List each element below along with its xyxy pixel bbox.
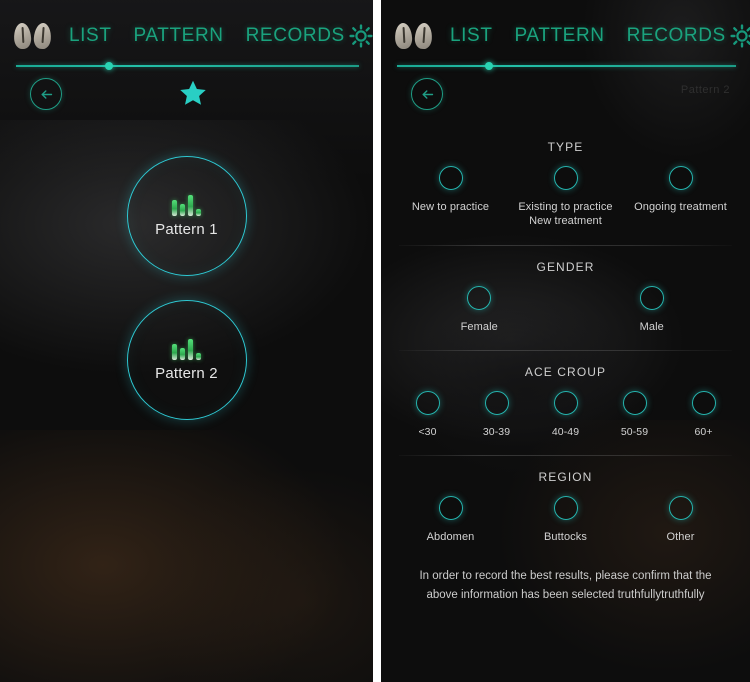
option-male[interactable]: Male <box>566 285 739 335</box>
option-new-to-practice[interactable]: New to practice <box>393 166 508 215</box>
leaf-shape-right <box>33 22 52 50</box>
two-leaf-logo-icon <box>13 22 52 50</box>
tab-records[interactable]: RECORDS <box>246 25 345 47</box>
right-phone-panel: LIST PATTERN RECORDS Pattern 2 TYPE New … <box>381 0 750 682</box>
option-label: 30-39 <box>482 426 511 439</box>
right-topbar: LIST PATTERN RECORDS <box>381 0 750 58</box>
radio-icon[interactable] <box>668 496 693 521</box>
pattern-list: Pattern 1 Pattern 2 <box>0 156 373 420</box>
radio-icon[interactable] <box>553 496 578 521</box>
section-divider <box>399 244 732 246</box>
screen-glare-hand-shadow <box>0 430 350 682</box>
pattern-label-1: Pattern 1 <box>155 221 218 238</box>
option-label: Other <box>666 531 695 544</box>
radio-icon[interactable] <box>639 285 664 310</box>
option-label: Buttocks <box>544 531 587 544</box>
radio-icon[interactable] <box>553 391 578 416</box>
screenshot-root: LIST PATTERN RECORDS Pattern 1 Pattern 2… <box>0 0 750 682</box>
tab-pattern[interactable]: PATTERN <box>515 25 605 47</box>
option-group-region: Abdomen Buttocks Other <box>393 496 738 545</box>
left-phone-panel: LIST PATTERN RECORDS Pattern 1 Pattern 2 <box>0 0 373 682</box>
option-group-age: <30 30-39 40-49 50-59 60+ <box>393 391 738 439</box>
option-abdomen[interactable]: Abdomen <box>393 496 508 545</box>
star-icon[interactable] <box>178 78 208 108</box>
section-divider <box>399 350 732 352</box>
right-subheader: Pattern 2 <box>381 74 750 120</box>
pattern-button-2[interactable]: Pattern 2 <box>126 300 247 420</box>
section-title-region: REGION <box>538 470 593 485</box>
gear-icon[interactable] <box>349 24 373 48</box>
questionnaire-form: TYPE New to practice Existing to practic… <box>381 120 750 605</box>
progress-dot[interactable] <box>105 62 114 70</box>
option-label: New to practice <box>411 201 490 213</box>
progress-track <box>397 65 736 67</box>
option-age-60-plus[interactable]: 60+ <box>669 391 738 439</box>
leaf-shape-left <box>13 22 32 50</box>
option-label: 60+ <box>694 426 713 439</box>
radio-icon[interactable] <box>467 285 492 310</box>
leaf-shape-right <box>414 22 433 50</box>
two-leaf-logo-icon <box>394 22 433 50</box>
current-pattern-label: Pattern 2 <box>680 84 730 96</box>
option-label: Male <box>639 320 664 333</box>
right-nav-tabs: LIST PATTERN RECORDS <box>440 25 726 47</box>
option-label: Female <box>460 320 498 333</box>
section-title-type: TYPE <box>547 140 584 154</box>
back-arrow-icon[interactable] <box>30 78 62 110</box>
option-female[interactable]: Female <box>393 285 566 335</box>
option-group-type: New to practice Existing to practice New… <box>393 166 738 229</box>
option-group-gender: Female Male <box>393 285 739 335</box>
option-label: Abdomen <box>426 531 475 544</box>
radio-icon[interactable] <box>691 391 716 416</box>
option-label: Ongoing treatment <box>634 201 727 213</box>
back-arrow-icon[interactable] <box>411 78 443 110</box>
pattern-label-2: Pattern 2 <box>155 365 218 382</box>
radio-icon[interactable] <box>553 166 578 190</box>
left-topbar: LIST PATTERN RECORDS <box>0 0 373 58</box>
left-progress-bar[interactable] <box>16 62 359 70</box>
option-ongoing-treatment[interactable]: Ongoing treatment <box>623 166 738 215</box>
panel-separator <box>373 0 381 682</box>
radio-icon[interactable] <box>438 166 463 190</box>
option-age-50-59[interactable]: 50-59 <box>600 391 669 439</box>
tab-list[interactable]: LIST <box>69 25 112 47</box>
option-label: 40-49 <box>551 426 580 439</box>
confirmation-footnote: In order to record the best results, ple… <box>419 570 712 602</box>
radio-icon[interactable] <box>484 391 509 416</box>
option-age-40-49[interactable]: 40-49 <box>531 391 600 439</box>
option-existing-to-practice[interactable]: Existing to practice New treatment <box>508 166 623 229</box>
section-divider <box>399 455 732 457</box>
bar-chart-icon <box>172 194 201 216</box>
option-other[interactable]: Other <box>623 496 738 545</box>
tab-records[interactable]: RECORDS <box>627 25 726 47</box>
radio-icon[interactable] <box>622 391 647 416</box>
progress-track <box>16 65 359 67</box>
tab-list[interactable]: LIST <box>450 25 493 47</box>
pattern-button-1[interactable]: Pattern 1 <box>126 156 247 276</box>
gear-icon[interactable] <box>730 24 750 48</box>
right-progress-bar[interactable] <box>397 62 736 70</box>
left-nav-tabs: LIST PATTERN RECORDS <box>59 25 345 47</box>
bar-chart-icon <box>172 338 201 360</box>
progress-dot[interactable] <box>485 62 494 70</box>
section-title-age-group: ACE CROUP <box>524 365 607 380</box>
option-age-30-39[interactable]: 30-39 <box>462 391 531 439</box>
option-age-under-30[interactable]: <30 <box>393 391 462 439</box>
screen-glare-lower <box>150 470 373 682</box>
option-label: Existing to practice New treatment <box>518 201 613 227</box>
radio-icon[interactable] <box>668 166 693 190</box>
option-buttocks[interactable]: Buttocks <box>508 496 623 545</box>
left-subheader <box>0 74 373 120</box>
option-label: <30 <box>418 426 437 439</box>
radio-icon[interactable] <box>415 391 440 416</box>
section-title-gender: GENDER <box>536 259 595 274</box>
tab-pattern[interactable]: PATTERN <box>134 25 224 47</box>
option-label: 50-59 <box>620 426 649 439</box>
radio-icon[interactable] <box>438 496 463 521</box>
leaf-shape-left <box>394 22 413 50</box>
